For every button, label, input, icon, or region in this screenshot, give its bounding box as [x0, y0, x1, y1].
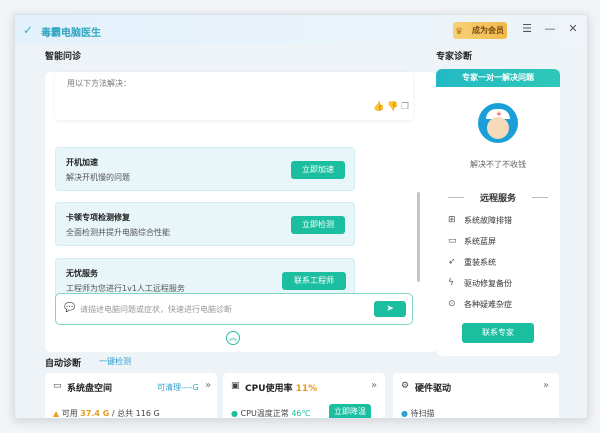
cpu-usage-value: 11% [295, 384, 318, 394]
system-disk-card: ▭ 系统盘空间 可清理----G » ▲ 可用 37.4 G / 总共 116 … [45, 373, 217, 418]
copy-icon[interactable]: ❐ [401, 102, 409, 112]
expert-diagnosis-title: 专家诊断 [436, 52, 473, 62]
diagnosis-input-placeholder: 请描述电脑问题或症状，快速进行电脑诊断 [80, 305, 232, 314]
app-logo-icon: ✓ [23, 23, 34, 37]
expert-panel: 专家一对一解决问题 + 解决不了不收钱 远程服务 ⊞ 系统故障排错 ▭ 系统蓝屏… [436, 69, 560, 356]
chevron-right-icon[interactable]: » [543, 380, 549, 391]
hardware-driver-card: ⚙ 硬件驱动 » ● 待扫描 [393, 373, 559, 418]
remote-item-system-fault[interactable]: 系统故障排错 [464, 215, 512, 226]
pending-icon: ● [401, 409, 408, 418]
app-title: 毒霸电脑医生 [41, 28, 101, 39]
detect-now-button[interactable]: 立即检测 [291, 216, 345, 234]
cpu-usage-title: CPU使用率 11% [245, 384, 318, 394]
remote-item-misc[interactable]: 各种疑难杂症 [464, 299, 512, 310]
chevron-right-icon[interactable]: » [371, 380, 377, 391]
system-disk-title: 系统盘空间 [67, 384, 113, 394]
chat-message-card: 用以下方法解决： 👍 👎 ❐ [55, 72, 413, 120]
monitor-icon: ▭ [448, 236, 457, 246]
thumbs-up-icon[interactable]: 👍 [373, 102, 384, 112]
vip-crown-icon: ♛ [455, 27, 464, 37]
chevron-up-icon: ︽ [229, 333, 237, 342]
service-desc: 解决开机慢的问题 [66, 173, 130, 182]
close-icon[interactable]: ✕ [566, 22, 580, 36]
remote-item-reinstall[interactable]: 重装系统 [464, 257, 496, 268]
remote-item-driver[interactable]: 驱动修复备份 [464, 278, 512, 289]
title-bar: ✓ 毒霸电脑医生 ♛ 成为会员 ☰ — ✕ [15, 15, 587, 45]
expert-panel-header: 专家一对一解决问题 [436, 69, 560, 87]
one-click-detect-link[interactable]: 一键检测 [99, 356, 131, 367]
disk-icon: ▭ [53, 381, 62, 391]
grid-icon: ⊞ [448, 215, 456, 225]
contact-expert-button[interactable]: 联系专家 [462, 323, 534, 343]
chat-message-text: 用以下方法解决： [67, 79, 131, 88]
send-icon: ➤ [386, 304, 394, 314]
bolt-icon: ϟ [448, 278, 454, 288]
service-card-boot-speedup: 开机加速 解决开机慢的问题 立即加速 [55, 147, 355, 191]
disk-usage-line: ▲ 可用 37.4 G / 总共 116 G [53, 409, 160, 418]
contact-engineer-button[interactable]: 联系工程师 [282, 272, 346, 290]
service-desc: 全面检测并提升电脑综合性能 [66, 228, 170, 237]
warning-icon: ▲ [53, 409, 60, 418]
app-window: ✓ 毒霸电脑医生 ♛ 成为会员 ☰ — ✕ 智能问诊 专家诊断 用以下方法解决：… [14, 14, 588, 419]
become-vip-button[interactable]: ♛ 成为会员 [453, 22, 507, 39]
more-icon: ⊙ [448, 299, 456, 309]
auto-diagnosis-title: 自动诊断 [45, 359, 82, 369]
remote-item-bluescreen[interactable]: 系统蓝屏 [464, 236, 496, 247]
service-title: 无忧服务 [66, 269, 98, 278]
service-card-lag-repair: 卡顿专项检测修复 全面检测并提升电脑综合性能 立即检测 [55, 202, 355, 246]
doctor-avatar: + [478, 103, 518, 143]
hardware-driver-title: 硬件驱动 [415, 384, 452, 394]
gear-icon: ⚙ [401, 381, 410, 391]
boost-now-button[interactable]: 立即加速 [291, 161, 345, 179]
expert-subtitle: 解决不了不收钱 [470, 160, 526, 169]
disk-free-value: 37.4 G [80, 409, 110, 418]
cpu-icon: ▣ [231, 381, 240, 391]
cpu-temp-value: 46℃ [291, 409, 311, 418]
chevron-right-icon[interactable]: » [205, 380, 211, 391]
cool-down-button[interactable]: 立即降温 [329, 404, 371, 418]
rocket-icon: ➶ [448, 257, 456, 267]
menu-icon[interactable]: ☰ [520, 22, 534, 36]
remote-service-title: 远程服务 [479, 194, 516, 204]
cpu-temp-line: ● CPU温度正常 46℃ [231, 409, 311, 418]
vip-button-label: 成为会员 [472, 26, 504, 35]
collapse-up-button[interactable]: ︽ [226, 331, 240, 345]
driver-status-line: ● 待扫描 [401, 409, 435, 418]
smart-consult-title: 智能问诊 [45, 52, 82, 62]
thumbs-down-icon[interactable]: 👎 [387, 102, 398, 112]
diagnosis-input[interactable]: 💬 请描述电脑问题或症状，快速进行电脑诊断 ➤ [55, 293, 413, 325]
send-button[interactable]: ➤ [374, 301, 406, 317]
chat-scrollbar[interactable] [417, 192, 420, 282]
minimize-icon[interactable]: — [543, 22, 557, 36]
service-title: 开机加速 [66, 158, 98, 167]
cpu-usage-card: ▣ CPU使用率 11% » ● CPU温度正常 46℃ 立即降温 [223, 373, 385, 418]
cleanable-link[interactable]: 可清理----G [157, 382, 199, 393]
chat-bubble-icon: 💬 [64, 303, 76, 313]
check-icon: ● [231, 409, 238, 418]
service-title: 卡顿专项检测修复 [66, 213, 130, 222]
